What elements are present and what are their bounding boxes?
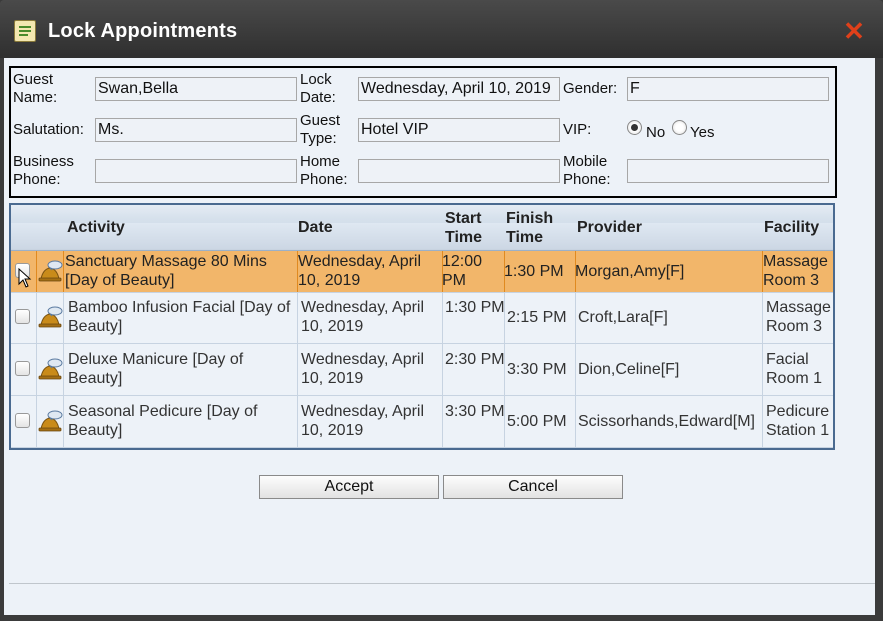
close-icon[interactable]: ✕ (843, 18, 865, 44)
cell-start: 12:00 PM (442, 253, 483, 289)
cell-facility: Pedicure Station 1 (766, 403, 830, 439)
vip-label: VIP: (563, 121, 592, 138)
cell-facility: Facial Room 1 (766, 351, 823, 387)
cell-finish: 2:15 PM (507, 309, 567, 326)
cell-date: Wednesday, April 10, 2019 (301, 403, 425, 439)
cell-date: Wednesday, April 10, 2019 (298, 253, 422, 289)
service-bell-icon (38, 410, 63, 432)
mobile-phone-label: Mobile Phone: (563, 153, 611, 188)
cell-finish: 5:00 PM (507, 413, 567, 430)
gender-field[interactable]: F (627, 77, 829, 101)
column-start-time[interactable]: Start Time (445, 209, 495, 247)
vip-no-radio[interactable] (627, 120, 642, 135)
cell-provider: Morgan,Amy[F] (575, 263, 685, 280)
column-date[interactable]: Date (298, 218, 333, 237)
guest-name-label: Guest Name: (13, 71, 58, 106)
cell-start: 1:30 PM (445, 299, 505, 316)
row-checkbox[interactable] (15, 309, 30, 324)
row-checkbox[interactable] (15, 361, 30, 376)
guest-info-panel: Guest Name: Swan,Bella Lock Date: Wednes… (9, 66, 837, 198)
lock-appointments-dialog: Lock Appointments ✕ Guest Name: Swan,Bel… (0, 0, 883, 621)
cell-activity: Deluxe Manicure [Day of Beauty] (68, 351, 244, 387)
row-checkbox[interactable] (15, 413, 30, 428)
column-facility[interactable]: Facility (764, 218, 819, 237)
service-bell-icon (38, 358, 63, 380)
footer-divider (9, 583, 875, 584)
appointments-grid: Activity Date Start Time Finish Time Pro… (9, 203, 835, 450)
title-bar[interactable]: Lock Appointments ✕ (0, 0, 883, 58)
cell-provider: Dion,Celine[F] (578, 361, 680, 378)
table-row[interactable]: Sanctuary Massage 80 Mins [Day of Beauty… (11, 251, 833, 293)
business-phone-label: Business Phone: (13, 153, 74, 188)
business-phone-field[interactable] (95, 159, 297, 183)
service-bell-icon (38, 306, 63, 328)
cell-start: 3:30 PM (445, 403, 505, 420)
grid-header: Activity Date Start Time Finish Time Pro… (11, 205, 833, 251)
cell-finish: 3:30 PM (507, 361, 567, 378)
lock-date-label: Lock Date: (300, 71, 336, 106)
table-row[interactable]: Bamboo Infusion Facial [Day of Beauty] We… (11, 292, 833, 344)
mobile-phone-field[interactable] (627, 159, 829, 183)
cell-activity: Seasonal Pedicure [Day of Beauty] (68, 403, 258, 439)
cell-provider: Scissorhands,Edward[M] (578, 413, 755, 430)
guest-type-label: Guest Type: (300, 112, 341, 147)
column-activity[interactable]: Activity (67, 218, 125, 237)
cell-start: 2:30 PM (445, 351, 505, 368)
accept-button[interactable]: Accept (259, 475, 439, 499)
gender-label: Gender: (563, 80, 618, 97)
salutation-label: Salutation: (13, 121, 84, 138)
home-phone-label: Home Phone: (300, 153, 348, 188)
vip-yes-radio[interactable] (672, 120, 687, 135)
dialog-title: Lock Appointments (48, 20, 238, 42)
cell-activity: Sanctuary Massage 80 Mins [Day of Beauty… (65, 253, 267, 289)
table-row[interactable]: Seasonal Pedicure [Day of Beauty] Wednesd… (11, 396, 833, 448)
cancel-button[interactable]: Cancel (443, 475, 623, 499)
guest-type-field[interactable]: Hotel VIP (358, 118, 560, 142)
cell-activity: Bamboo Infusion Facial [Day of Beauty] (68, 299, 291, 335)
vip-yes-label: Yes (690, 124, 715, 141)
column-provider[interactable]: Provider (577, 218, 642, 237)
cell-date: Wednesday, April 10, 2019 (301, 299, 425, 335)
lock-date-field[interactable]: Wednesday, April 10, 2019 (358, 77, 560, 101)
cell-date: Wednesday, April 10, 2019 (301, 351, 425, 387)
cell-facility: Massage Room 3 (766, 299, 831, 335)
column-finish-time[interactable]: Finish Time (506, 209, 561, 247)
cell-finish: 1:30 PM (504, 263, 564, 280)
vip-no-label: No (646, 124, 666, 141)
cell-provider: Croft,Lara[F] (578, 309, 668, 326)
table-row[interactable]: Deluxe Manicure [Day of Beauty] Wednesday… (11, 344, 833, 396)
mouse-cursor-icon (18, 268, 32, 288)
salutation-field[interactable]: Ms. (95, 118, 297, 142)
notepad-icon (14, 20, 36, 42)
dialog-body: Guest Name: Swan,Bella Lock Date: Wednes… (4, 58, 875, 615)
service-bell-icon (38, 260, 63, 282)
home-phone-field[interactable] (358, 159, 560, 183)
guest-name-field[interactable]: Swan,Bella (95, 77, 297, 101)
cell-facility: Massage Room 3 (763, 253, 828, 289)
